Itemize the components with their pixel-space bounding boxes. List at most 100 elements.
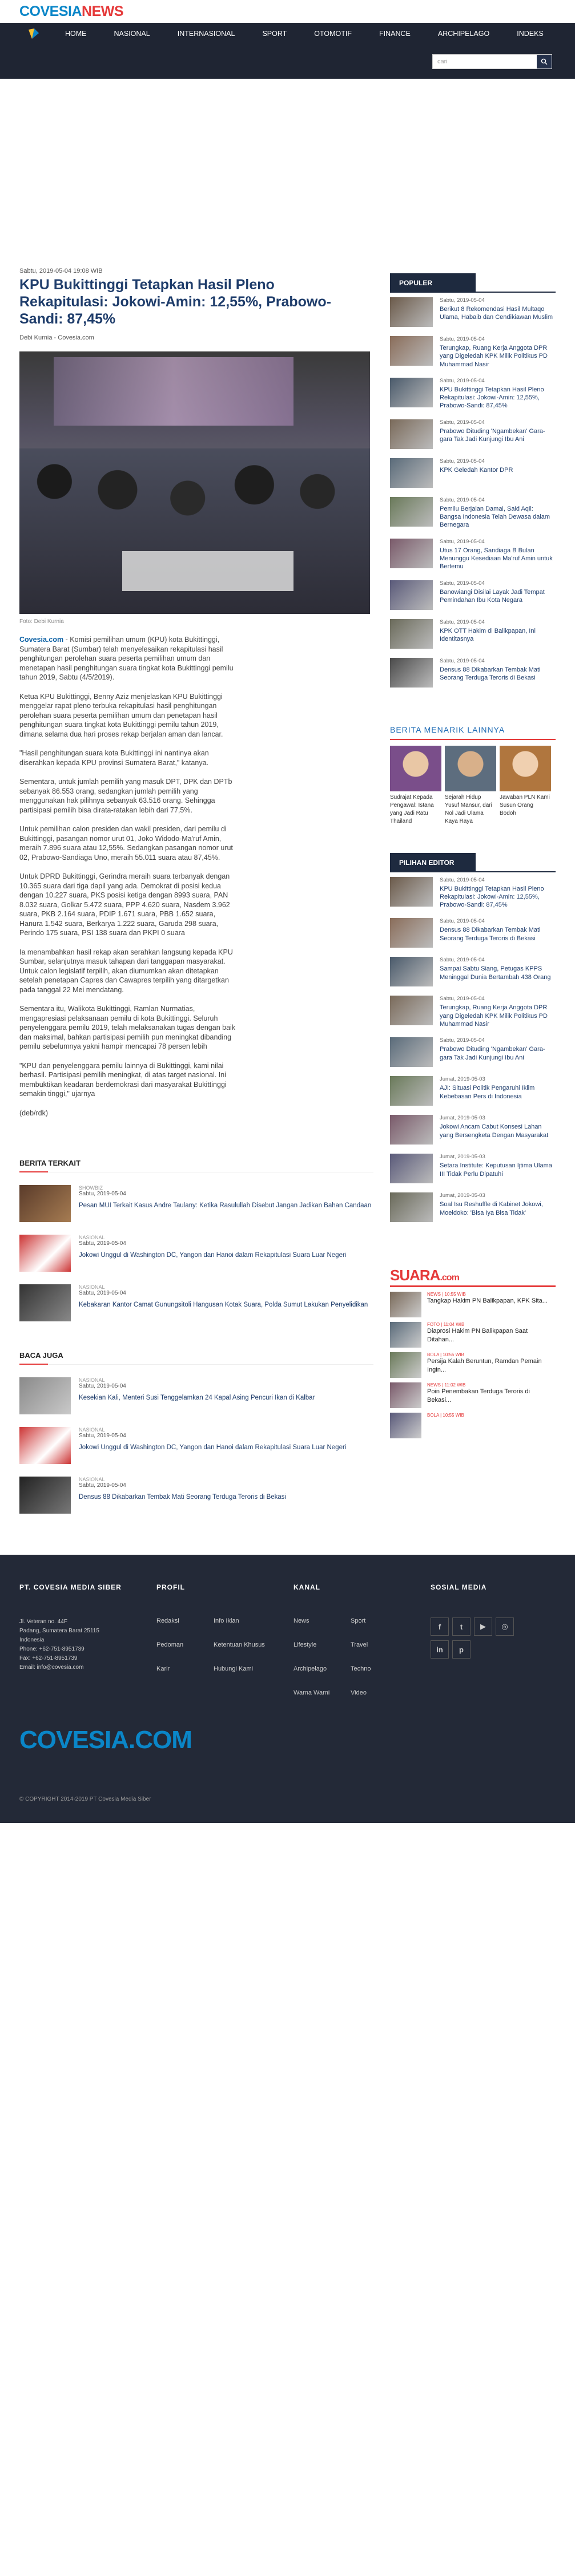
suara-item[interactable]: BOLA | 10:55 WIB Persija Kalah Beruntun, …	[390, 1352, 556, 1378]
search-input[interactable]: cari	[432, 54, 552, 69]
pilihan-item[interactable]: Sabtu, 2019-05-04 Densus 88 Dikabarkan Te…	[390, 913, 556, 952]
pilihan-thumb[interactable]	[390, 957, 433, 987]
pilihan-title[interactable]: Jokowi Ancam Cabut Konsesi Lahan yang Be…	[440, 1123, 556, 1139]
bml-image[interactable]	[390, 745, 441, 791]
baca-title[interactable]: Densus 88 Dikabarkan Tembak Mati Seorang…	[79, 1492, 286, 1502]
populer-item[interactable]: Sabtu, 2019-05-04 KPK OTT Hakim di Balikp…	[390, 614, 556, 653]
suara-logo[interactable]: SUARA.com	[390, 1267, 556, 1284]
baca-thumb[interactable]	[19, 1477, 71, 1514]
related-thumb[interactable]	[19, 1185, 71, 1222]
footer-link-ketentuan[interactable]: Ketentuan Khusus	[214, 1641, 271, 1648]
pilihan-title[interactable]: Terungkap, Ruang Kerja Anggota DPR yang …	[440, 1004, 556, 1028]
populer-title[interactable]: Berikut 8 Rekomendasi Hasil Multaqo Ulam…	[440, 305, 556, 322]
pilihan-item[interactable]: Jumat, 2019-05-03 AJI: Situasi Politik Pe…	[390, 1071, 556, 1110]
suara-title[interactable]: Poin Penembakan Terduga Teroris di Bekas…	[427, 1388, 556, 1404]
populer-thumb[interactable]	[390, 458, 433, 488]
related-title[interactable]: Pesan MUI Terkait Kasus Andre Taulany: K…	[79, 1200, 371, 1211]
pilihan-thumb[interactable]	[390, 918, 433, 948]
pilihan-title[interactable]: AJI: Situasi Politik Pengaruhi Iklim Keb…	[440, 1084, 556, 1101]
related-item[interactable]: SHOWBIZ Sabtu, 2019-05-04 Pesan MUI Terk…	[19, 1185, 373, 1222]
populer-thumb[interactable]	[390, 336, 433, 366]
nav-home[interactable]: HOME	[65, 30, 87, 38]
suara-title[interactable]: Diaprosi Hakim PN Balikpapan Saat Ditaha…	[427, 1327, 556, 1344]
populer-title[interactable]: Densus 88 Dikabarkan Tembak Mati Seorang…	[440, 666, 556, 682]
populer-title[interactable]: Terungkap, Ruang Kerja Anggota DPR yang …	[440, 344, 556, 369]
footer-link-news[interactable]: News	[293, 1617, 351, 1624]
populer-item[interactable]: Sabtu, 2019-05-04 Densus 88 Dikabarkan Te…	[390, 653, 556, 692]
suara-item[interactable]: NEWS | 11:02 WIB Poin Penembakan Terduga …	[390, 1382, 556, 1409]
related-title[interactable]: Kebakaran Kantor Camat Gunungsitoli Hang…	[79, 1300, 368, 1310]
populer-item[interactable]: Sabtu, 2019-05-04 Berikut 8 Rekomendasi H…	[390, 293, 556, 331]
nav-finance[interactable]: FINANCE	[379, 30, 411, 38]
bml-text[interactable]: Sejarah Hidup Yusuf Mansur, dari Nol Jad…	[445, 794, 496, 826]
youtube-icon[interactable]: ▶	[474, 1617, 492, 1636]
suara-thumb[interactable]	[390, 1382, 421, 1409]
suara-item[interactable]: FOTO | 11:04 WIB Diaprosi Hakim PN Balikp…	[390, 1322, 556, 1348]
pilihan-item[interactable]: Jumat, 2019-05-03 Jokowi Ancam Cabut Kons…	[390, 1110, 556, 1149]
populer-item[interactable]: Sabtu, 2019-05-04 Banowiangi Disilai Laya…	[390, 576, 556, 614]
pilihan-item[interactable]: Sabtu, 2019-05-04 Prabowo Dituding 'Ngamb…	[390, 1033, 556, 1071]
bml-card[interactable]: Sejarah Hidup Yusuf Mansur, dari Nol Jad…	[445, 745, 496, 826]
nav-archipelago[interactable]: ARCHIPELAGO	[438, 30, 489, 38]
pilihan-title[interactable]: Densus 88 Dikabarkan Tembak Mati Seorang…	[440, 926, 556, 943]
bml-image[interactable]	[445, 745, 496, 791]
populer-thumb[interactable]	[390, 538, 433, 568]
populer-title[interactable]: KPK Geledah Kantor DPR	[440, 466, 513, 474]
pilihan-title[interactable]: KPU Bukittinggi Tetapkan Hasil Pleno Rek…	[440, 885, 556, 909]
footer-link-sport[interactable]: Sport	[351, 1617, 408, 1624]
footer-link-redaksi[interactable]: Redaksi	[156, 1617, 214, 1624]
populer-thumb[interactable]	[390, 297, 433, 327]
populer-item[interactable]: Sabtu, 2019-05-04 Pemilu Berjalan Damai, …	[390, 492, 556, 534]
nav-indeks[interactable]: INDEKS	[517, 30, 544, 38]
pilihan-item[interactable]: Sabtu, 2019-05-04 Sampai Sabtu Siang, Pet…	[390, 952, 556, 991]
baca-item[interactable]: NASIONAL Sabtu, 2019-05-04 Densus 88 Dik…	[19, 1477, 373, 1514]
pilihan-item[interactable]: Sabtu, 2019-05-04 Terungkap, Ruang Kerja …	[390, 991, 556, 1033]
footer-link-lifestyle[interactable]: Lifestyle	[293, 1641, 351, 1648]
populer-title[interactable]: Utus 17 Orang, Sandiaga B Bulan Menunggu…	[440, 547, 556, 571]
instagram-icon[interactable]: ◎	[496, 1617, 514, 1636]
populer-item[interactable]: Sabtu, 2019-05-04 Prabowo Dituding 'Ngamb…	[390, 415, 556, 454]
footer-link-techno[interactable]: Techno	[351, 1665, 408, 1672]
pilihan-thumb[interactable]	[390, 1037, 433, 1067]
footer-logo[interactable]: COVESIA.COM	[19, 1726, 192, 1754]
linkedin-icon[interactable]: in	[431, 1640, 449, 1659]
footer-link-travel[interactable]: Travel	[351, 1641, 408, 1648]
footer-link-archipelago[interactable]: Archipelago	[293, 1665, 351, 1672]
suara-thumb[interactable]	[390, 1322, 421, 1348]
pilihan-thumb[interactable]	[390, 876, 433, 907]
pinterest-icon[interactable]: p	[452, 1640, 471, 1659]
pilihan-title[interactable]: Prabowo Dituding 'Ngambekan' Gara-gara T…	[440, 1045, 556, 1062]
baca-thumb[interactable]	[19, 1427, 71, 1464]
footer-link-pedoman[interactable]: Pedoman	[156, 1641, 214, 1648]
pilihan-item[interactable]: Jumat, 2019-05-03 Soal Isu Reshuffle di K…	[390, 1188, 556, 1227]
nav-sport[interactable]: SPORT	[262, 30, 287, 38]
baca-title[interactable]: Jokowi Unggul di Washington DC, Yangon d…	[79, 1442, 346, 1453]
pilihan-title[interactable]: Sampai Sabtu Siang, Petugas KPPS Meningg…	[440, 965, 556, 981]
populer-item[interactable]: Sabtu, 2019-05-04 KPU Bukittinggi Tetapka…	[390, 373, 556, 415]
bml-card[interactable]: Jawaban PLN Kami Susun Orang Bodoh	[500, 745, 551, 826]
populer-title[interactable]: KPU Bukittinggi Tetapkan Hasil Pleno Rek…	[440, 386, 556, 410]
nav-otomotif[interactable]: OTOMOTIF	[314, 30, 352, 38]
populer-title[interactable]: Banowiangi Disilai Layak Jadi Tempat Pem…	[440, 588, 556, 605]
populer-thumb[interactable]	[390, 496, 433, 527]
facebook-icon[interactable]: f	[431, 1617, 449, 1636]
footer-link-hubungi[interactable]: Hubungi Kami	[214, 1665, 271, 1672]
suara-item[interactable]: NEWS | 10:55 WIB Tangkap Hakim PN Balikpa…	[390, 1292, 556, 1318]
baca-item[interactable]: NASIONAL Sabtu, 2019-05-04 Jokowi Unggul…	[19, 1427, 373, 1464]
footer-link-warna-warni[interactable]: Warna Warni	[293, 1689, 351, 1696]
baca-thumb[interactable]	[19, 1377, 71, 1414]
bml-text[interactable]: Sudrajat Kepada Pengawal: Istana yang Ja…	[390, 794, 441, 826]
pilihan-title[interactable]: Soal Isu Reshuffle di Kabinet Jokowi, Mo…	[440, 1200, 556, 1217]
populer-title[interactable]: KPK OTT Hakim di Balikpapan, Ini Identit…	[440, 627, 556, 644]
baca-title[interactable]: Kesekian Kali, Menteri Susi Tenggelamkan…	[79, 1393, 315, 1403]
site-logo[interactable]: COVESIANEWS	[19, 3, 124, 20]
footer-link-info-iklan[interactable]: Info Iklan	[214, 1617, 271, 1624]
twitter-icon[interactable]: t	[452, 1617, 471, 1636]
suara-thumb[interactable]	[390, 1352, 421, 1378]
suara-title[interactable]: Tangkap Hakim PN Balikpapan, KPK Sita...	[427, 1297, 548, 1305]
populer-item[interactable]: Sabtu, 2019-05-04 Terungkap, Ruang Kerja …	[390, 331, 556, 373]
pilihan-thumb[interactable]	[390, 1076, 433, 1106]
site-icon[interactable]	[27, 27, 40, 40]
suara-thumb[interactable]	[390, 1413, 421, 1439]
pilihan-thumb[interactable]	[390, 996, 433, 1026]
